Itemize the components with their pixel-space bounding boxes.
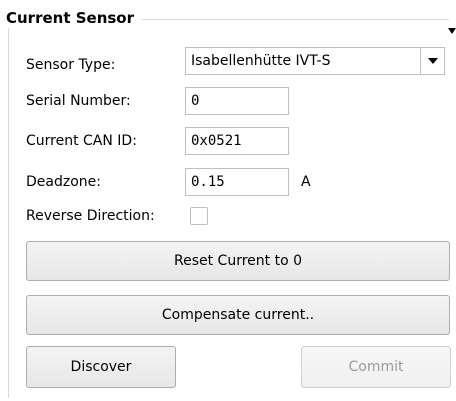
deadzone-input[interactable]: 0.15 [185, 168, 289, 196]
can-id-input[interactable]: 0x0521 [185, 127, 289, 155]
group-title: Current Sensor [6, 8, 143, 28]
compensate-current-button[interactable]: Compensate current.. [26, 295, 450, 335]
deadzone-label: Deadzone: [26, 174, 101, 190]
sensor-type-value: Isabellenhütte IVT-S [191, 53, 331, 69]
sensor-type-label: Sensor Type: [26, 57, 116, 73]
discover-button[interactable]: Discover [26, 346, 176, 388]
dropdown-button[interactable] [420, 47, 444, 75]
sensor-type-dropdown[interactable]: Isabellenhütte IVT-S [185, 47, 445, 75]
reverse-direction-label: Reverse Direction: [26, 208, 155, 224]
reset-current-button[interactable]: Reset Current to 0 [26, 241, 450, 281]
serial-number-input[interactable]: 0 [185, 87, 289, 115]
can-id-label: Current CAN ID: [26, 133, 137, 149]
collapse-arrow-icon[interactable] [448, 28, 456, 34]
chevron-down-icon [428, 58, 438, 64]
reverse-direction-checkbox[interactable] [190, 207, 208, 225]
serial-number-label: Serial Number: [26, 93, 131, 109]
commit-button[interactable]: Commit [301, 346, 451, 388]
deadzone-unit: A [301, 174, 311, 190]
